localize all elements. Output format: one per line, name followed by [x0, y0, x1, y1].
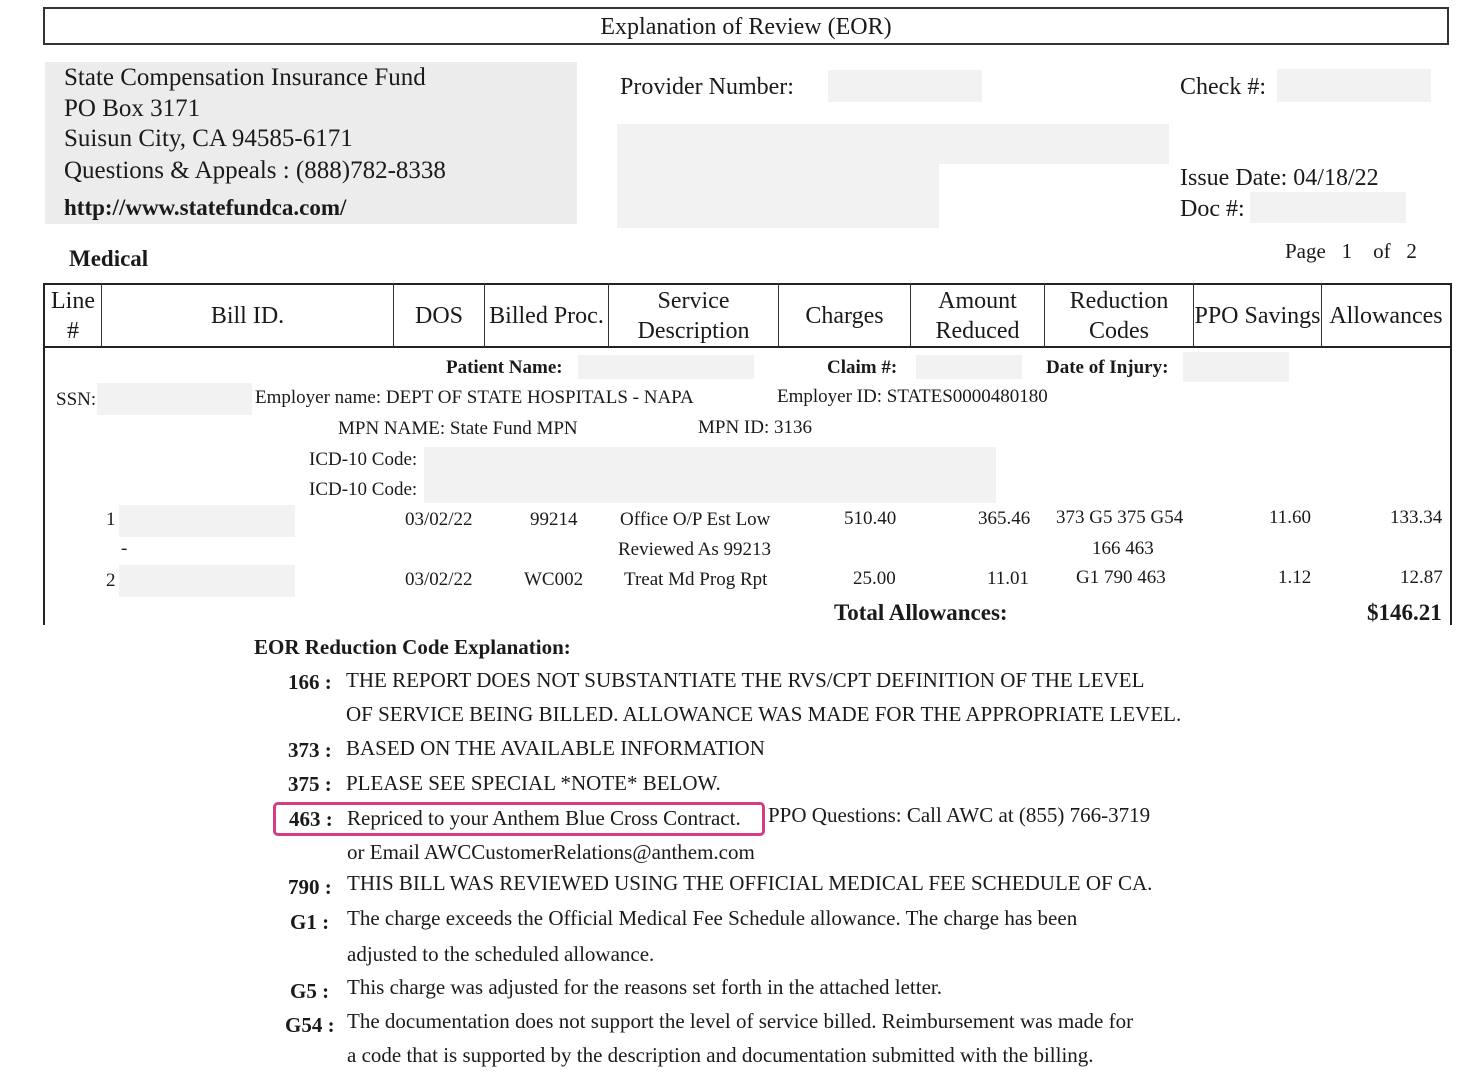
row-1b-desc: Reviewed As 99213: [618, 539, 772, 560]
row-1b-line: -: [121, 538, 128, 559]
doc-label: Doc #:: [1180, 196, 1245, 222]
row-1-allowance: 133.34: [1390, 507, 1443, 528]
icd-codes-redacted: [424, 447, 996, 503]
insurer-city: Suisun City, CA 94585-6171: [64, 125, 353, 152]
code-g5: G5 :: [290, 979, 330, 1003]
code-g54-line-1: The documentation does not support the l…: [347, 1009, 1134, 1033]
row-2-reduced: 11.01: [987, 568, 1030, 589]
explanations-heading: EOR Reduction Code Explanation:: [254, 635, 571, 659]
icd-code-label-2: ICD-10 Code:: [309, 479, 418, 500]
code-g1: G1 :: [290, 910, 330, 934]
row-2-charges: 25.00: [853, 568, 896, 589]
code-g1-line-2: adjusted to the scheduled allowance.: [347, 942, 655, 966]
row-1-dos: 03/02/22: [405, 509, 473, 530]
patient-name-redacted: [578, 355, 754, 379]
header-reduction-codes: Reduction Codes: [1069, 288, 1169, 344]
insurer-website[interactable]: http://www.statefundca.com/: [64, 195, 346, 221]
row-1-line: 1: [106, 509, 116, 530]
code-790-text: THIS BILL WAS REVIEWED USING THE OFFICIA…: [347, 871, 1153, 895]
header-amount-reduced: Amount Reduced: [935, 288, 1020, 344]
header-dos: DOS: [414, 303, 463, 329]
row-1-codes: 373 G5 375 G54: [1056, 507, 1184, 528]
page-number: 1: [1341, 239, 1353, 263]
claim-label: Claim #:: [827, 357, 898, 378]
page-total: 2: [1406, 239, 1417, 263]
header-allowances: Allowances: [1329, 303, 1443, 329]
mpn-name: MPN NAME: State Fund MPN: [338, 418, 578, 439]
row-1b-codes: 166 463: [1092, 538, 1154, 559]
header-service-description: Service Description: [637, 288, 750, 344]
total-allowances-label: Total Allowances:: [834, 600, 1008, 625]
row-1-bill-id-redacted: [119, 505, 295, 537]
code-g54: G54 :: [285, 1013, 335, 1037]
page-label: Page: [1285, 239, 1326, 263]
row-1-charges: 510.40: [844, 508, 897, 529]
date-of-injury-redacted: [1183, 352, 1289, 382]
code-790: 790 :: [288, 875, 332, 899]
provider-address-redacted: [617, 124, 1169, 164]
header-billed-proc: Billed Proc.: [489, 303, 604, 329]
header-charges: Charges: [805, 303, 884, 329]
check-label: Check #:: [1180, 74, 1266, 100]
provider-address-redacted-2: [617, 164, 939, 228]
doc-number-redacted: [1250, 192, 1406, 223]
code-463-line-2: PPO Questions: Call AWC at (855) 766-371…: [768, 803, 1151, 827]
row-2-line: 2: [106, 570, 116, 591]
code-373-text: BASED ON THE AVAILABLE INFORMATION: [346, 736, 765, 760]
provider-number-label: Provider Number:: [620, 74, 794, 100]
patient-name-label: Patient Name:: [446, 357, 563, 378]
row-1-ppo: 11.60: [1269, 507, 1312, 528]
check-number-redacted: [1277, 69, 1431, 102]
row-2-ppo: 1.12: [1278, 567, 1312, 588]
code-166-line-2: OF SERVICE BEING BILLED. ALLOWANCE WAS M…: [346, 702, 1182, 726]
row-2-bill-id-redacted: [119, 565, 295, 597]
code-375-text: PLEASE SEE SPECIAL *NOTE* BELOW.: [346, 771, 721, 795]
row-2-desc: Treat Md Prog Rpt: [624, 569, 768, 590]
header-bill-id: Bill ID.: [210, 303, 285, 329]
code-g54-line-2: a code that is supported by the descript…: [347, 1043, 1094, 1067]
row-2-proc: WC002: [524, 569, 584, 590]
code-463: 463 :: [289, 807, 333, 831]
issue-date: Issue Date: 04/18/22: [1180, 165, 1379, 191]
code-373: 373 :: [288, 738, 332, 762]
row-2-dos: 03/02/22: [405, 569, 473, 590]
row-2-allowance: 12.87: [1400, 567, 1443, 588]
code-375: 375 :: [288, 772, 332, 796]
ssn-redacted: [97, 383, 252, 415]
header-line-number: Line #: [51, 288, 95, 344]
section-title: Medical: [69, 246, 149, 271]
code-463-line-3[interactable]: or Email AWCCustomerRelations@anthem.com: [347, 840, 755, 865]
mpn-id: MPN ID: 3136: [698, 417, 813, 438]
code-g1-line-1: The charge exceeds the Official Medical …: [347, 906, 1078, 930]
employer-name: Employer name: DEPT OF STATE HOSPITALS -…: [255, 387, 694, 408]
code-g5-text: This charge was adjusted for the reasons…: [347, 975, 942, 999]
insurer-phone: Questions & Appeals : (888)782-8338: [64, 157, 446, 184]
row-1-desc: Office O/P Est Low: [620, 509, 771, 530]
provider-number-redacted: [828, 70, 982, 102]
document-title: Explanation of Review (EOR): [43, 7, 1449, 45]
page-indicator: Page 1 of 2: [1285, 239, 1417, 264]
insurer-name: State Compensation Insurance Fund: [64, 64, 426, 91]
row-1-proc: 99214: [530, 509, 578, 530]
ssn-label: SSN:: [56, 389, 97, 410]
code-166: 166 :: [288, 670, 332, 694]
row-1-reduced: 365.46: [978, 508, 1031, 529]
total-allowances-value: $146.21: [1367, 600, 1442, 625]
employer-id: Employer ID: STATES0000480180: [777, 386, 1048, 407]
claim-number-redacted: [916, 355, 1022, 379]
row-2-codes: G1 790 463: [1076, 567, 1166, 588]
insurer-po-box: PO Box 3171: [64, 95, 201, 122]
page-of: of: [1373, 239, 1391, 263]
code-166-line-1: THE REPORT DOES NOT SUBSTANTIATE THE RVS…: [346, 668, 1145, 692]
code-463-line-1: Repriced to your Anthem Blue Cross Contr…: [347, 806, 741, 830]
header-ppo-savings: PPO Savings: [1194, 303, 1321, 329]
icd-code-label-1: ICD-10 Code:: [309, 449, 418, 470]
date-of-injury-label: Date of Injury:: [1046, 357, 1169, 378]
